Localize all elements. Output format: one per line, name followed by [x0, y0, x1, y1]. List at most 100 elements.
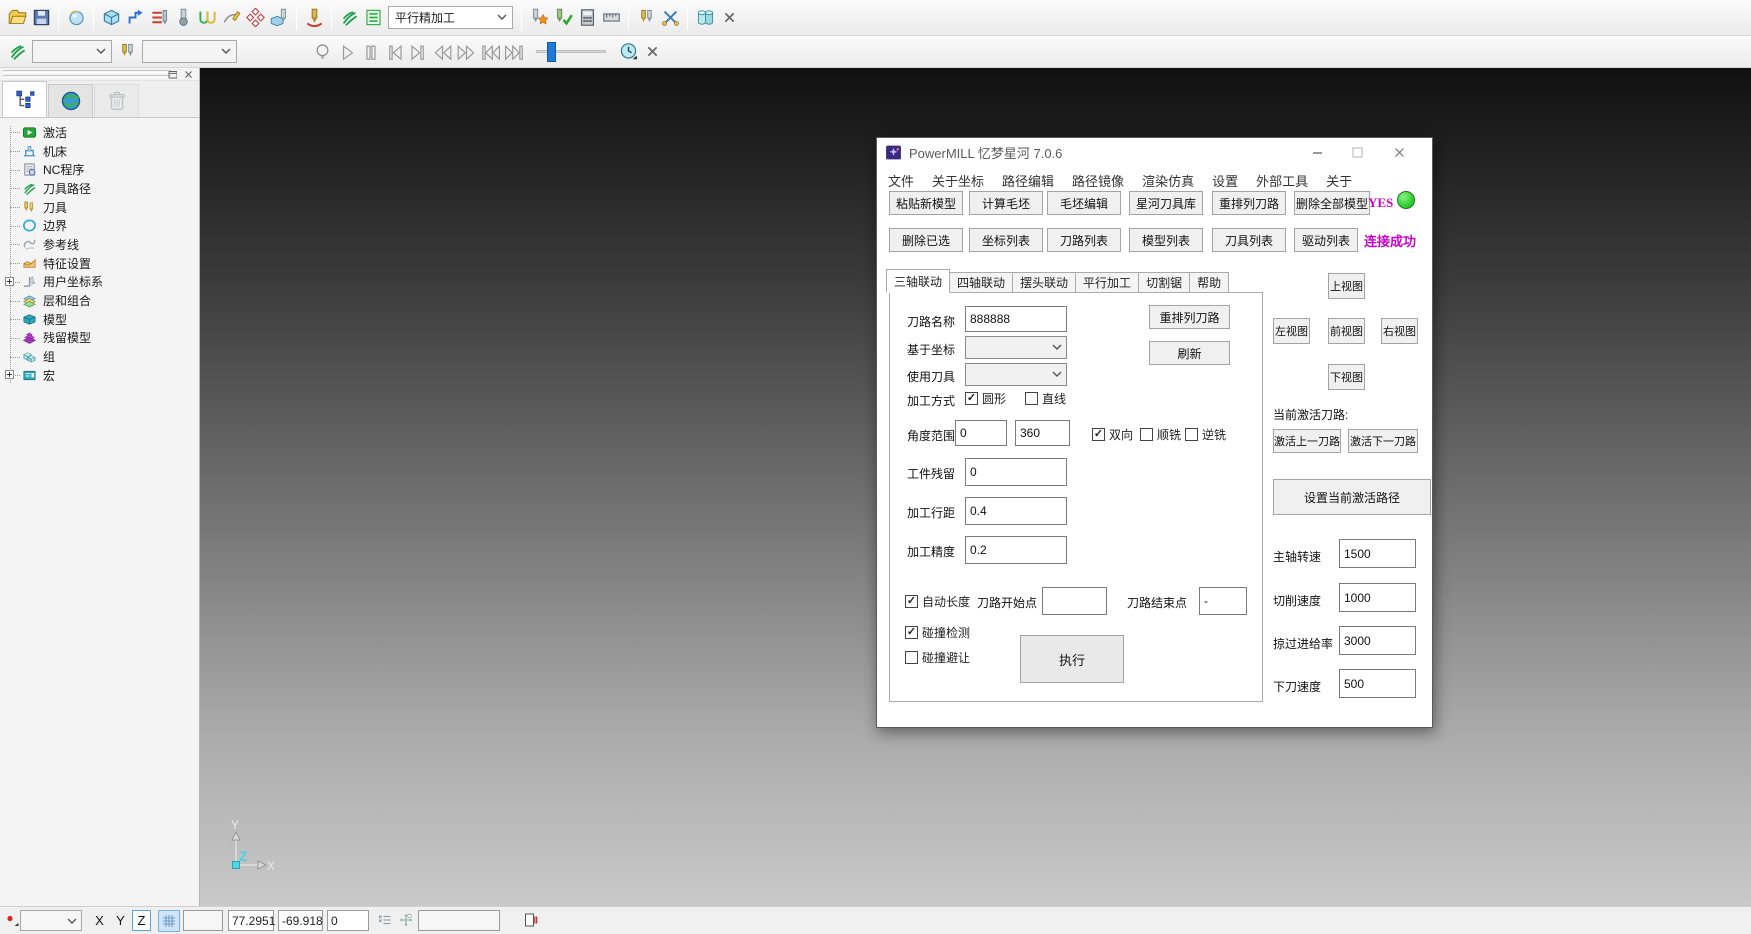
tolerance-field[interactable]: [418, 910, 500, 931]
base-coord-select[interactable]: [965, 336, 1067, 359]
menu-coords[interactable]: 关于坐标: [929, 170, 987, 191]
reorder-toolpaths-button[interactable]: 重排列刀路: [1212, 191, 1286, 215]
render-shading-icon[interactable]: [64, 6, 88, 30]
tree-item-pattern[interactable]: 参考线: [0, 235, 199, 254]
explorer-dock-strip[interactable]: [0, 68, 199, 81]
pattern-draw-icon[interactable]: [219, 6, 243, 30]
tree-item-groups[interactable]: 组: [0, 347, 199, 366]
bidirectional-checkbox[interactable]: [1092, 428, 1105, 441]
toolpath-name-input[interactable]: [965, 306, 1067, 332]
skim-feed-input[interactable]: [1339, 626, 1416, 655]
collision-check-checkbox[interactable]: [905, 626, 918, 639]
angle-from-input[interactable]: [955, 420, 1007, 446]
axis-x-button[interactable]: X: [90, 910, 109, 931]
panel-restore-icon[interactable]: [166, 69, 179, 80]
open-project-icon[interactable]: [5, 6, 29, 30]
simulation-speed-slider[interactable]: [536, 42, 606, 62]
strategy-list-icon[interactable]: [361, 6, 385, 30]
minimize-icon[interactable]: [1302, 142, 1332, 162]
auto-length-checkbox[interactable]: [905, 595, 918, 608]
menu-settings[interactable]: 设置: [1209, 170, 1241, 191]
coordinate-z-field[interactable]: 0: [327, 910, 369, 931]
tree-item-levels[interactable]: 层和组合: [0, 291, 199, 310]
tree-item-toolpaths[interactable]: 刀具路径: [0, 179, 199, 198]
expand-icon[interactable]: [5, 277, 14, 286]
conventional-checkbox[interactable]: [1185, 428, 1198, 441]
expand-icon[interactable]: [5, 370, 14, 379]
menu-file[interactable]: 文件: [885, 170, 917, 191]
scissors-icon[interactable]: [658, 6, 682, 30]
spindle-speed-input[interactable]: [1339, 539, 1416, 568]
menu-path-edit[interactable]: 路径编辑: [999, 170, 1057, 191]
axis-z-button[interactable]: Z: [132, 910, 151, 931]
top-view-button[interactable]: 上视图: [1328, 273, 1365, 299]
save-project-icon[interactable]: [29, 6, 53, 30]
toolpath-list-button[interactable]: 刀路列表: [1047, 228, 1121, 252]
calculator-icon[interactable]: [575, 6, 599, 30]
go-start-icon[interactable]: [478, 40, 502, 64]
menu-render-sim[interactable]: 渲染仿真: [1139, 170, 1197, 191]
explorer-trash-tab[interactable]: [94, 84, 139, 117]
circular-checkbox[interactable]: [965, 392, 978, 405]
tab-4axis[interactable]: 四轴联动: [950, 272, 1013, 293]
compute-stock-button[interactable]: 计算毛坯: [969, 191, 1043, 215]
set-active-path-button[interactable]: 设置当前激活路径: [1273, 479, 1431, 515]
linear-checkbox[interactable]: [1025, 392, 1038, 405]
tree-item-workplane[interactable]: 用户坐标系: [0, 273, 199, 292]
activate-next-toolpath-button[interactable]: 激活下一刀路: [1348, 429, 1418, 453]
start-point-input[interactable]: [1042, 587, 1107, 615]
tool-arc-icon[interactable]: [302, 6, 326, 30]
drive-list-button[interactable]: 驱动列表: [1294, 228, 1358, 252]
paste-new-model-button[interactable]: 粘贴新模型: [889, 191, 963, 215]
play-icon[interactable]: [334, 40, 358, 64]
slider-handle[interactable]: [547, 42, 556, 62]
edit-stock-button[interactable]: 毛坯编辑: [1047, 191, 1121, 215]
tolerance-input[interactable]: [965, 536, 1067, 564]
close-x-icon[interactable]: [640, 40, 664, 64]
rapid-moves-icon[interactable]: [123, 6, 147, 30]
rewind-icon[interactable]: [430, 40, 454, 64]
tree-item-feature-set[interactable]: 特征设置: [0, 254, 199, 273]
step-forward-icon[interactable]: [406, 40, 430, 64]
light-bulb-icon[interactable]: [310, 40, 334, 64]
grid-toggle-icon[interactable]: [158, 910, 180, 932]
cursor-mode-icon[interactable]: [2, 910, 22, 930]
ruler-icon[interactable]: [599, 6, 623, 30]
right-view-button[interactable]: 右视图: [1381, 318, 1418, 344]
fast-forward-icon[interactable]: [454, 40, 478, 64]
tree-item-tools[interactable]: 刀具: [0, 198, 199, 217]
tree-item-stock-model[interactable]: 残留模型: [0, 329, 199, 348]
use-tool-select[interactable]: [965, 363, 1067, 386]
left-view-button[interactable]: 左视图: [1273, 318, 1310, 344]
maximize-icon[interactable]: [1342, 142, 1372, 162]
delete-selected-button[interactable]: 删除已选: [889, 228, 963, 252]
tree-item-boundary[interactable]: 边界: [0, 216, 199, 235]
workplane-select[interactable]: [20, 910, 82, 931]
climb-checkbox[interactable]: [1140, 428, 1153, 441]
tool-pair-icon[interactable]: [115, 40, 139, 64]
menu-about[interactable]: 关于: [1323, 170, 1355, 191]
refresh-button[interactable]: 刷新: [1149, 341, 1230, 365]
stepover-input[interactable]: [965, 497, 1067, 525]
coordinate-x-field[interactable]: 77.2951: [228, 910, 274, 931]
tree-item-activate[interactable]: 激活: [0, 123, 199, 142]
front-view-button[interactable]: 前视图: [1328, 318, 1365, 344]
tab-help[interactable]: 帮助: [1190, 272, 1229, 293]
coordinate-list-button[interactable]: 坐标列表: [969, 228, 1043, 252]
coordinate-y-field[interactable]: -69.918: [278, 910, 323, 931]
go-end-icon[interactable]: [502, 40, 526, 64]
tab-saw[interactable]: 切割锯: [1139, 272, 1190, 293]
collision-avoid-checkbox[interactable]: [905, 651, 918, 664]
close-x-icon[interactable]: [717, 6, 741, 30]
execute-button[interactable]: 执行: [1020, 635, 1124, 683]
cutting-feed-input[interactable]: [1339, 583, 1416, 612]
points-pattern-icon[interactable]: [243, 6, 267, 30]
toolbar-dropdown[interactable]: [32, 40, 112, 63]
stock-allowance-input[interactable]: [965, 458, 1067, 486]
pause-icon[interactable]: [358, 40, 382, 64]
menu-external-tools[interactable]: 外部工具: [1253, 170, 1311, 191]
angle-to-input[interactable]: [1015, 420, 1070, 446]
cylinder-pair-icon[interactable]: [693, 6, 717, 30]
toolpath-icon[interactable]: [337, 6, 361, 30]
tool-burst-icon[interactable]: [527, 6, 551, 30]
